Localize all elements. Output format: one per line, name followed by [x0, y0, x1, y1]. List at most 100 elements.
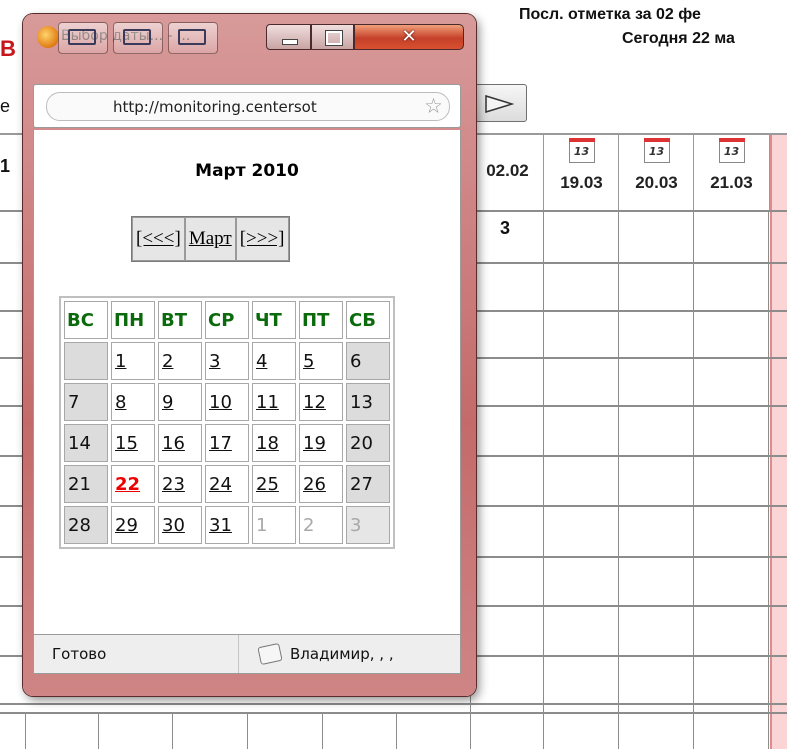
calendar-day-link[interactable]: 18: [256, 433, 279, 454]
bookmark-star-icon[interactable]: ☆: [424, 95, 443, 117]
calendar-day[interactable]: 31: [205, 506, 249, 544]
calendar-day-link[interactable]: 3: [209, 351, 220, 372]
weekday-header: СР: [205, 301, 249, 339]
calendar-day-today[interactable]: 22: [111, 465, 155, 503]
grid-line: [25, 712, 26, 749]
month-title: Март 2010: [195, 161, 299, 181]
calendar-day[interactable]: 15: [111, 424, 155, 462]
calendar-week-row: 1 2 3 4 5 6: [64, 342, 390, 380]
date-column-header[interactable]: 13 21.03: [693, 135, 770, 210]
background-letter-e: е: [0, 96, 11, 116]
calendar-day[interactable]: 3: [205, 342, 249, 380]
calendar-day-weekend: 28: [64, 506, 108, 544]
calendar-day-link[interactable]: 4: [256, 351, 267, 372]
background-letter: В: [0, 36, 16, 61]
calendar-day[interactable]: 16: [158, 424, 202, 462]
date-column-header[interactable]: 02.02: [470, 135, 544, 210]
calendar-day[interactable]: 10: [205, 383, 249, 421]
calendar-icon: 13: [718, 138, 745, 163]
calendar-day-weekend: 21: [64, 465, 108, 503]
calendar-day[interactable]: 4: [252, 342, 296, 380]
url-field[interactable]: http://monitoring.centersot ☆: [46, 92, 450, 121]
calendar-day[interactable]: 11: [252, 383, 296, 421]
weekday-header: СБ: [346, 301, 390, 339]
calendar-day-link[interactable]: 31: [209, 515, 232, 536]
calendar-day-link[interactable]: 23: [162, 474, 185, 495]
mark-cell-value: 3: [500, 218, 511, 238]
calendar-day-link[interactable]: 26: [303, 474, 326, 495]
calendar-day-link[interactable]: 9: [162, 392, 173, 413]
calendar-day-link[interactable]: 16: [162, 433, 185, 454]
calendar-day-link[interactable]: 12: [303, 392, 326, 413]
calendar-icon: 13: [643, 138, 670, 163]
grid-line: [0, 703, 787, 705]
window-thumbnail-icon[interactable]: [58, 22, 108, 54]
page-content: Март 2010 [<<<] Март [>>>] ВС ПН ВТ СР Ч…: [33, 130, 461, 634]
calendar-day[interactable]: 8: [111, 383, 155, 421]
calendar-day[interactable]: 9: [158, 383, 202, 421]
calendar-day-link[interactable]: 10: [209, 392, 232, 413]
calendar-day-link[interactable]: 8: [115, 392, 126, 413]
calendar-day-link[interactable]: 2: [162, 351, 173, 372]
calendar-day-link[interactable]: 24: [209, 474, 232, 495]
calendar-icon: 13: [568, 138, 595, 163]
current-month-button[interactable]: Март: [184, 217, 236, 261]
calendar-day[interactable]: 26: [299, 465, 343, 503]
calendar-day[interactable]: 1: [111, 342, 155, 380]
calendar-day-link[interactable]: 17: [209, 433, 232, 454]
calendar-day[interactable]: 12: [299, 383, 343, 421]
grid-line: [172, 712, 173, 749]
window-thumbnail-icon[interactable]: [168, 22, 218, 54]
grid-line: [98, 712, 99, 749]
date-label: 02.02: [486, 161, 529, 180]
window-thumbnail-icon[interactable]: [113, 22, 163, 54]
status-text: Готово: [52, 645, 107, 663]
background-digit: 1: [0, 156, 11, 176]
calendar-week-row: 14 15 16 17 18 19 20: [64, 424, 390, 462]
url-text: http://monitoring.centersot: [113, 98, 317, 116]
prev-month-button[interactable]: [<<<]: [132, 217, 185, 261]
date-picker-window: Выбор даты... - ... ✕ http://monitoring.…: [23, 14, 476, 696]
calendar-day[interactable]: 5: [299, 342, 343, 380]
calendar-day[interactable]: 19: [299, 424, 343, 462]
weekday-header: ВС: [64, 301, 108, 339]
arrow-right-icon: [485, 95, 514, 113]
minimize-button[interactable]: [266, 24, 311, 50]
calendar-day-link[interactable]: 1: [115, 351, 126, 372]
close-button[interactable]: ✕: [354, 24, 464, 50]
calendar-day-link[interactable]: 25: [256, 474, 279, 495]
calendar-day-link[interactable]: 19: [303, 433, 326, 454]
calendar-day[interactable]: 2: [158, 342, 202, 380]
calendar-day-other-month: 3: [346, 506, 390, 544]
calendar-day-link[interactable]: 15: [115, 433, 138, 454]
calendar-day-link[interactable]: 22: [115, 474, 140, 495]
maximize-icon: [325, 30, 343, 46]
calendar-day[interactable]: 30: [158, 506, 202, 544]
grid-line: [543, 210, 544, 749]
calendar-day[interactable]: 18: [252, 424, 296, 462]
calendar-day[interactable]: 17: [205, 424, 249, 462]
calendar-week-row: 21 22 23 24 25 26 27: [64, 465, 390, 503]
calendar-day-link[interactable]: 30: [162, 515, 185, 536]
maximize-button[interactable]: [311, 24, 354, 50]
next-month-button[interactable]: [>>>]: [235, 217, 289, 261]
window-titlebar[interactable]: Выбор даты... - ... ✕: [23, 14, 476, 58]
date-column-header[interactable]: 13 20.03: [618, 135, 694, 210]
grid-line: [247, 712, 248, 749]
weekday-header: ПН: [111, 301, 155, 339]
calendar-day[interactable]: 24: [205, 465, 249, 503]
calendar-week-row: 28 29 30 31 1 2 3: [64, 506, 390, 544]
calendar-day[interactable]: 23: [158, 465, 202, 503]
calendar-day[interactable]: 29: [111, 506, 155, 544]
user-card-icon: [257, 642, 283, 666]
calendar-empty-cell: [64, 342, 108, 380]
next-period-button[interactable]: [471, 84, 527, 122]
calendar-day[interactable]: 25: [252, 465, 296, 503]
close-icon: ✕: [401, 26, 417, 47]
calendar-day-link[interactable]: 5: [303, 351, 314, 372]
calendar-day-link[interactable]: 29: [115, 515, 138, 536]
weekday-header-row: ВС ПН ВТ СР ЧТ ПТ СБ: [64, 301, 390, 339]
calendar-day-weekend: 13: [346, 383, 390, 421]
calendar-day-link[interactable]: 11: [256, 392, 279, 413]
date-column-header[interactable]: 13 19.03: [543, 135, 619, 210]
